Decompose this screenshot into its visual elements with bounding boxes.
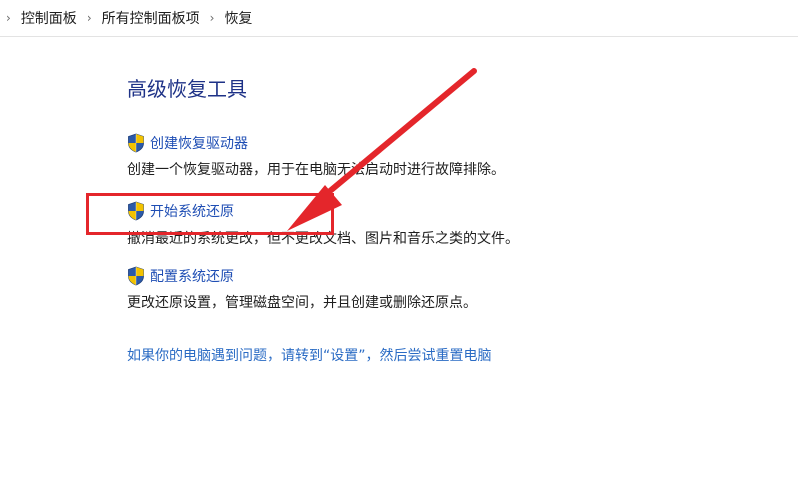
configure-system-restore-link[interactable]: 配置系统还原 <box>127 266 234 286</box>
chevron-right-icon: › <box>86 11 92 25</box>
start-system-restore-link[interactable]: 开始系统还原 <box>127 201 234 221</box>
start-system-restore-label[interactable]: 开始系统还原 <box>150 201 234 221</box>
configure-system-restore-label[interactable]: 配置系统还原 <box>150 266 234 286</box>
uac-shield-icon <box>127 133 145 153</box>
create-recovery-drive-description: 创建一个恢复驱动器，用于在电脑无法启动时进行故障排除。 <box>127 162 505 178</box>
create-recovery-drive-label[interactable]: 创建恢复驱动器 <box>150 133 248 153</box>
breadcrumb-recovery[interactable]: 恢复 <box>224 8 252 28</box>
chevron-right-icon: › <box>209 11 215 25</box>
start-system-restore-description: 撤消最近的系统更改，但不更改文档、图片和音乐之类的文件。 <box>127 231 519 247</box>
breadcrumb-control-panel[interactable]: 控制面板 <box>21 8 77 28</box>
reset-pc-settings-link[interactable]: 如果你的电脑遇到问题，请转到“设置”，然后尝试重置电脑 <box>127 345 492 365</box>
create-recovery-drive-link[interactable]: 创建恢复驱动器 <box>127 133 248 153</box>
breadcrumb: › 控制面板 › 所有控制面板项 › 恢复 <box>0 0 798 37</box>
page-title: 高级恢复工具 <box>127 77 247 101</box>
chevron-right-icon: › <box>6 11 11 25</box>
uac-shield-icon <box>127 266 145 286</box>
breadcrumb-all-items[interactable]: 所有控制面板项 <box>102 8 200 28</box>
configure-system-restore-description: 更改还原设置，管理磁盘空间，并且创建或删除还原点。 <box>127 295 477 311</box>
uac-shield-icon <box>127 201 145 221</box>
